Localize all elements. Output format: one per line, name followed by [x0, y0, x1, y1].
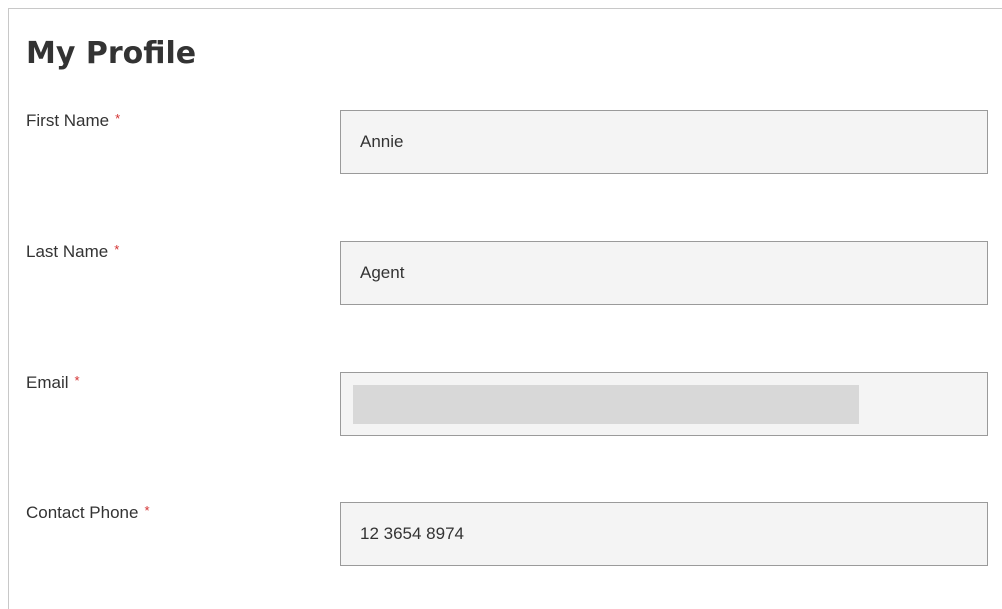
- required-indicator: *: [114, 242, 120, 257]
- first-name-label-text: First Name: [26, 111, 110, 130]
- email-label-text: Email: [26, 373, 69, 392]
- required-indicator: *: [115, 111, 121, 126]
- contact-phone-label-text: Contact Phone: [26, 503, 139, 522]
- email-row: Email *: [9, 372, 1002, 438]
- first-name-field[interactable]: [340, 110, 988, 174]
- last-name-field[interactable]: [340, 241, 988, 305]
- last-name-label: Last Name *: [26, 241, 119, 263]
- last-name-label-text: Last Name: [26, 242, 109, 261]
- required-indicator: *: [74, 373, 80, 388]
- email-field[interactable]: [340, 372, 988, 436]
- email-label: Email *: [26, 372, 80, 394]
- contact-phone-label: Contact Phone *: [26, 502, 150, 524]
- contact-phone-row: Contact Phone *: [9, 502, 1002, 568]
- contact-phone-field[interactable]: [340, 502, 988, 566]
- first-name-row: First Name *: [9, 110, 1002, 176]
- email-redaction-block: [353, 385, 859, 424]
- last-name-row: Last Name *: [9, 241, 1002, 307]
- profile-card: My Profile First Name * Last Name * Email *…: [8, 8, 1002, 609]
- first-name-label: First Name *: [26, 110, 120, 132]
- page-title: My Profile: [26, 36, 197, 71]
- required-indicator: *: [144, 503, 150, 518]
